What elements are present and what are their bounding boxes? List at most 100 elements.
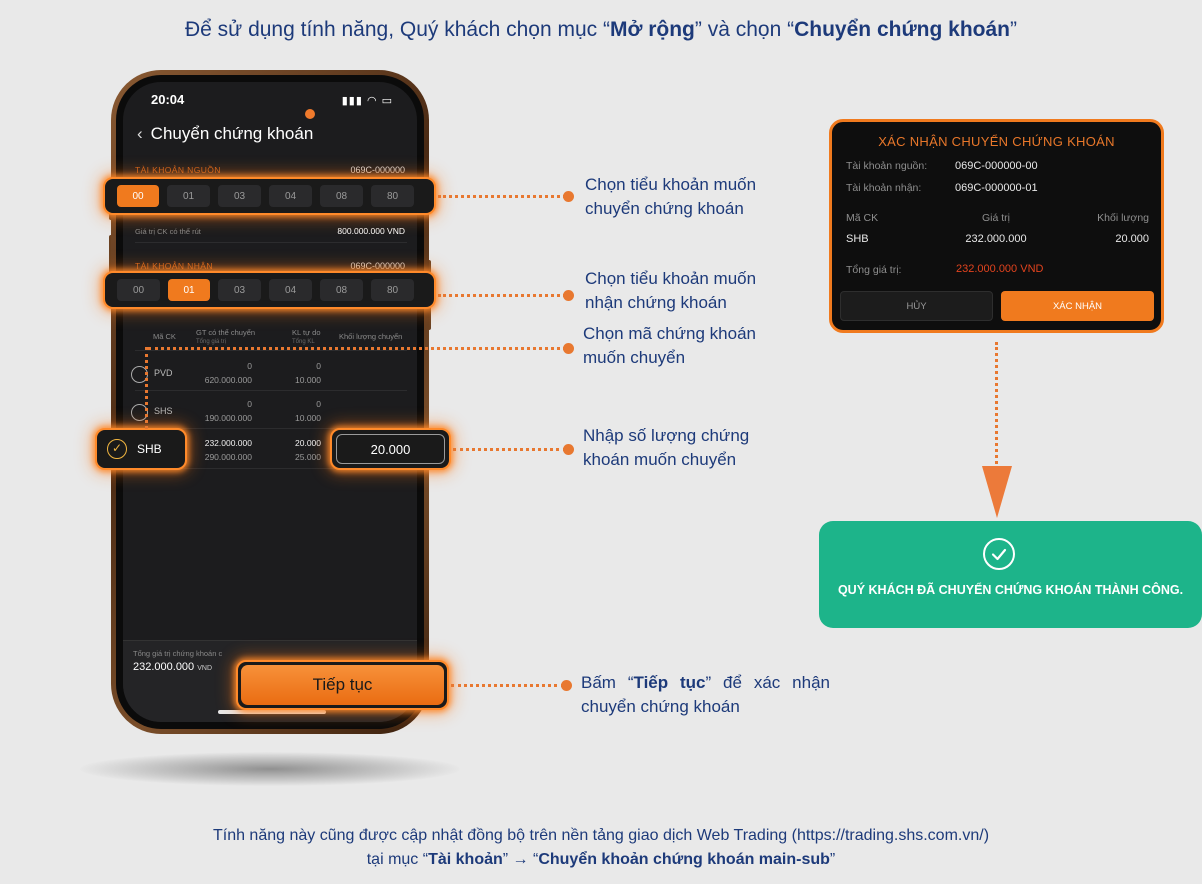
heading-text: ” và chọn “ bbox=[694, 18, 795, 41]
col-header-transfer: Khối lượng chuyển bbox=[339, 332, 403, 341]
connector-dot bbox=[563, 343, 574, 354]
withdrawable-value: 800.000.000 VND bbox=[337, 226, 405, 236]
row-total-qty: 25.000 bbox=[295, 452, 321, 462]
source-subaccount-tab[interactable]: 00 bbox=[117, 185, 159, 207]
row-qty: 20.000 bbox=[295, 438, 321, 448]
dialog-target-value: 069C-000000-01 bbox=[955, 182, 1038, 194]
footer-text: ” → “ bbox=[502, 851, 539, 868]
row-code: SHS bbox=[154, 406, 173, 416]
cancel-button[interactable]: HỦY bbox=[840, 291, 993, 321]
connector-line bbox=[453, 448, 566, 451]
total-value: 232.000.000 bbox=[133, 661, 195, 673]
annotation-line: chuyển chứng khoán bbox=[585, 199, 744, 218]
selected-stock-code: SHB bbox=[137, 442, 162, 456]
connector-dot bbox=[563, 290, 574, 301]
dialog-col-qty: Khối lượng bbox=[1097, 212, 1149, 224]
home-indicator bbox=[218, 710, 326, 714]
source-subaccount-tab[interactable]: 03 bbox=[218, 185, 261, 207]
dialog-col-value: Giá trị bbox=[981, 212, 1010, 224]
row-total: 620.000.000 bbox=[204, 375, 252, 385]
source-subaccount-tab[interactable]: 04 bbox=[269, 185, 312, 207]
heading-text: ” bbox=[1010, 18, 1017, 41]
source-account-number: 069C-000000 bbox=[350, 165, 405, 175]
row-total: 190.000.000 bbox=[204, 413, 252, 423]
target-account-label: TÀI KHOẢN NHẬN bbox=[135, 261, 213, 271]
confirm-button[interactable]: XÁC NHẬN bbox=[1001, 291, 1154, 321]
dialog-title: XÁC NHẬN CHUYỂN CHỨNG KHOÁN bbox=[878, 134, 1115, 149]
row-value: 0 bbox=[247, 361, 252, 371]
divider bbox=[135, 242, 407, 243]
target-account-number: 069C-000000 bbox=[350, 261, 405, 271]
dialog-value: 232.000.000 bbox=[965, 233, 1027, 245]
connector-line bbox=[145, 347, 148, 429]
footer-bold-transfer: Chuyển khoản chứng khoán main-sub bbox=[538, 851, 830, 868]
annotation-line: muốn chuyển bbox=[583, 348, 686, 367]
annotation-continue: Bấm “Tiếp tục” để xác nhận chuyển chứng k… bbox=[581, 671, 830, 719]
target-subaccount-tab[interactable]: 80 bbox=[371, 279, 414, 301]
annotation-line: chuyển chứng khoán bbox=[581, 697, 740, 716]
row-value: 232.000.000 bbox=[204, 438, 252, 448]
annotation-line: Bấm “ bbox=[581, 673, 634, 692]
dialog-code: SHB bbox=[846, 233, 869, 245]
success-banner: QUÝ KHÁCH ĐÃ CHUYỂN CHỨNG KHOÁN THÀNH CÔ… bbox=[819, 521, 1202, 628]
annotation-line: ” để xác nhận bbox=[705, 673, 830, 692]
annotation-target: Chọn tiểu khoản muốn nhận chứng khoán bbox=[585, 267, 756, 315]
nav-bar: ‹ Chuyển chứng khoán bbox=[137, 124, 313, 144]
annotation-line: Nhập số lượng chứng bbox=[583, 426, 750, 445]
dialog-total-value: 232.000.000 VND bbox=[956, 263, 1044, 275]
heading-text: Để sử dụng tính năng, Quý khách chọn mục… bbox=[185, 18, 610, 41]
status-time: 20:04 bbox=[151, 92, 185, 107]
connector-line bbox=[438, 195, 566, 198]
footer-line-2: tại mục “Tài khoản” → “Chuyển khoản chứn… bbox=[0, 848, 1202, 872]
footer-line-1: Tính năng này cũng được cập nhật đồng bộ… bbox=[212, 827, 990, 844]
total-unit: VND bbox=[197, 665, 213, 672]
target-subaccount-selector: 00 01 03 04 08 80 bbox=[103, 271, 436, 309]
transfer-quantity-input[interactable]: 20.000 bbox=[336, 434, 445, 464]
dialog-source-value: 069C-000000-00 bbox=[955, 160, 1038, 172]
annotation-line: nhận chứng khoán bbox=[585, 293, 727, 312]
continue-button-wrapper: Tiếp tục bbox=[236, 660, 449, 710]
annotation-stock: Chọn mã chứng khoán muốn chuyển bbox=[583, 322, 756, 370]
col-header-qty: KL tự do bbox=[292, 328, 321, 337]
heading-bold-expand: Mở rộng bbox=[609, 18, 695, 41]
target-subaccount-tab[interactable]: 03 bbox=[218, 279, 261, 301]
source-subaccount-tab[interactable]: 80 bbox=[371, 185, 414, 207]
target-subaccount-tab[interactable]: 04 bbox=[269, 279, 312, 301]
dialog-qty: 20.000 bbox=[1115, 233, 1149, 245]
annotation-line: Chọn tiểu khoản muốn bbox=[585, 269, 757, 288]
annotation-bold: Tiếp tục bbox=[633, 673, 706, 692]
row-value: 0 bbox=[247, 399, 252, 409]
connector-dot bbox=[561, 680, 572, 691]
continue-button[interactable]: Tiếp tục bbox=[241, 665, 444, 705]
target-subaccount-tab[interactable]: 08 bbox=[320, 279, 363, 301]
col-header-code: Mã CK bbox=[153, 332, 176, 341]
selected-stock-shb[interactable]: ✓ SHB bbox=[95, 428, 187, 470]
success-message: QUÝ KHÁCH ĐÃ CHUYỂN CHỨNG KHOÁN THÀNH CÔ… bbox=[837, 583, 1184, 597]
row-qty: 0 bbox=[316, 399, 321, 409]
phone-shadow bbox=[80, 752, 460, 786]
divider bbox=[135, 390, 407, 391]
transfer-quantity-wrapper: 20.000 bbox=[330, 428, 451, 470]
divider bbox=[135, 350, 407, 351]
heading-bold-transfer: Chuyển chứng khoán bbox=[794, 18, 1010, 41]
target-subaccount-tab[interactable]: 00 bbox=[117, 279, 160, 301]
source-subaccount-tab[interactable]: 08 bbox=[320, 185, 363, 207]
row-total-qty: 10.000 bbox=[295, 375, 321, 385]
arrow-down-icon bbox=[982, 466, 1012, 518]
row-code: PVD bbox=[154, 368, 173, 378]
notification-dot bbox=[305, 109, 315, 119]
row-total-qty: 10.000 bbox=[295, 413, 321, 423]
source-subaccount-tab[interactable]: 01 bbox=[167, 185, 210, 207]
source-subaccount-selector: 00 01 03 04 08 80 bbox=[103, 177, 436, 215]
annotation-line: Chọn mã chứng khoán bbox=[583, 324, 756, 343]
footer-text: tại mục “ bbox=[366, 851, 429, 868]
phone-frame: 20:04 ▮▮▮ ◠ ▭ ‹ Chuyển chứng khoán TÀI KH… bbox=[111, 70, 429, 734]
back-icon[interactable]: ‹ bbox=[137, 124, 143, 143]
check-circle-icon: ✓ bbox=[107, 439, 127, 459]
target-subaccount-tab[interactable]: 01 bbox=[168, 279, 210, 301]
connector-dot bbox=[563, 191, 574, 202]
dialog-target-label: Tài khoản nhận: bbox=[846, 182, 922, 194]
connector-line bbox=[451, 684, 564, 687]
check-circle-icon bbox=[983, 538, 1015, 570]
confirm-transfer-dialog: XÁC NHẬN CHUYỂN CHỨNG KHOÁN Tài khoản ng… bbox=[829, 119, 1164, 333]
